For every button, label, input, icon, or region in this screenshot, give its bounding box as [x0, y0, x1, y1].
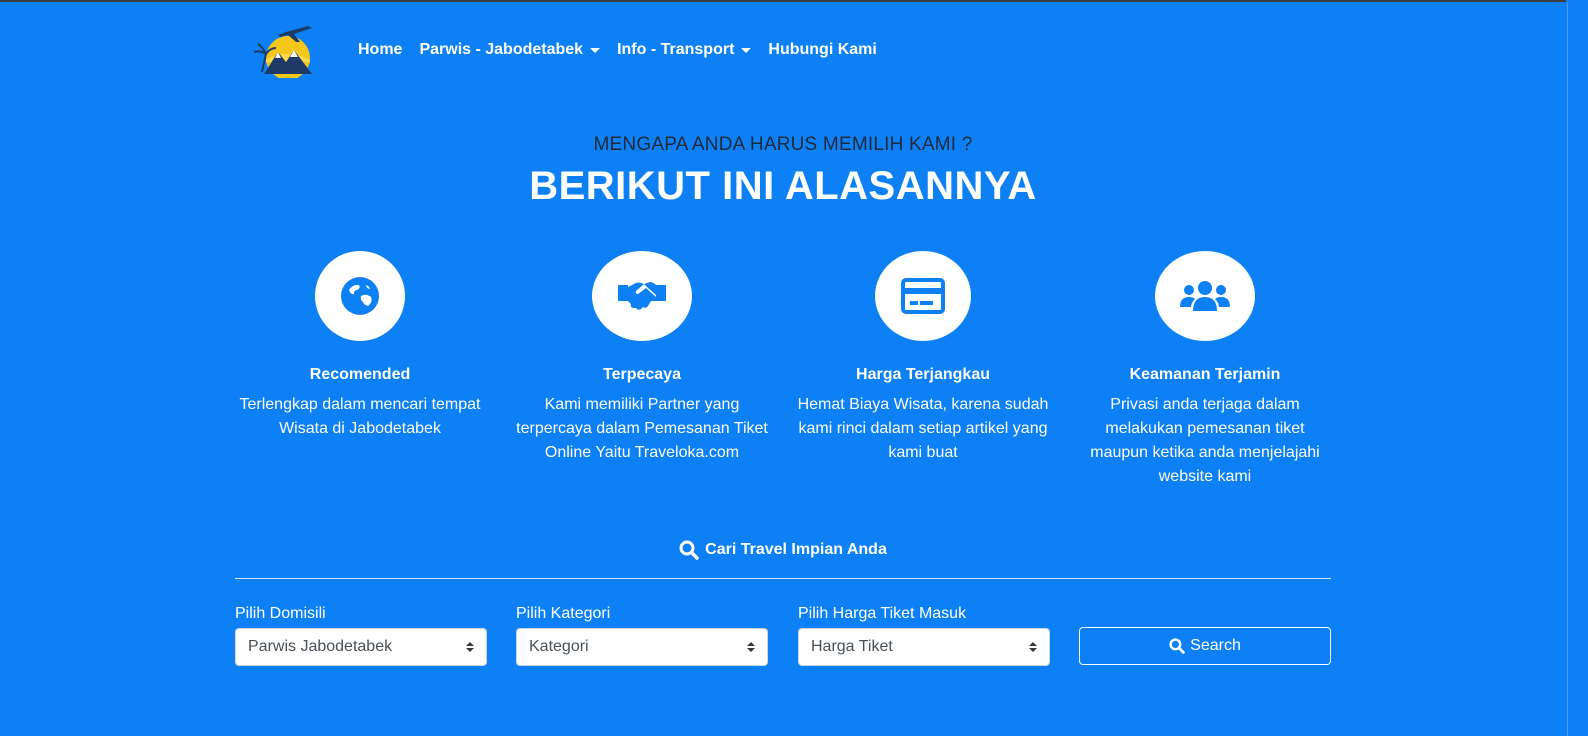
kategori-select[interactable]: Kategori — [516, 628, 768, 666]
select-arrows-icon — [466, 642, 474, 652]
nav-home[interactable]: Home — [358, 41, 402, 59]
harga-tiket-selected-value: Harga Tiket — [811, 638, 893, 655]
feature-description: Kami memiliki Partner yang terpercaya da… — [516, 396, 768, 461]
feature-title: Keamanan Terjamin — [1129, 366, 1281, 383]
feature-harga-terjangkau: Harga Terjangkau Hemat Biaya Wisata, kar… — [793, 251, 1053, 465]
nav-hubungi-label: Hubungi Kami — [768, 41, 877, 58]
search-button[interactable]: Search — [1079, 627, 1331, 665]
nav-home-label: Home — [358, 41, 403, 58]
caret-down-icon — [741, 47, 752, 53]
feature-description: Terlengkap dalam mencari tempat Wisata d… — [239, 396, 481, 437]
site-logo[interactable] — [250, 22, 320, 80]
divider — [235, 578, 1331, 579]
section-subtitle: MENGAPA ANDA HARUS MEMILIH KAMI ? — [593, 134, 973, 155]
harga-tiket-field: Pilih Harga Tiket Masuk Harga Tiket — [798, 605, 1050, 666]
navbar: Home Parwis - Jabodetabek Info - Transpo… — [250, 20, 894, 80]
top-border — [0, 0, 1588, 2]
caret-down-icon — [590, 47, 601, 53]
nav-parwis-label: Parwis - Jabodetabek — [419, 41, 584, 58]
search-section-label: Cari Travel Impian Anda — [705, 541, 887, 558]
nav-info-transport-label: Info - Transport — [617, 41, 735, 58]
kategori-field: Pilih Kategori Kategori — [516, 605, 768, 666]
select-arrows-icon — [747, 642, 755, 652]
nav-hubungi-kami[interactable]: Hubungi Kami — [768, 41, 876, 59]
kategori-selected-value: Kategori — [529, 638, 589, 655]
feature-title: Terpecaya — [603, 366, 681, 383]
credit-card-icon — [875, 251, 971, 341]
feature-recomended: Recomended Terlengkap dalam mencari temp… — [230, 251, 490, 441]
scrollbar-thumb[interactable] — [1567, 2, 1579, 736]
nav-parwis-dropdown[interactable]: Parwis - Jabodetabek — [419, 41, 601, 59]
kategori-label: Pilih Kategori — [516, 605, 611, 622]
feature-terpecaya: Terpecaya Kami memiliki Partner yang ter… — [512, 251, 772, 465]
feature-title: Recomended — [309, 366, 411, 383]
handshake-icon — [592, 251, 692, 341]
domisili-label: Pilih Domisili — [235, 605, 326, 622]
feature-keamanan-terjamin: Keamanan Terjamin Privasi anda terjaga d… — [1075, 251, 1335, 489]
domisili-selected-value: Parwis Jabodetabek — [248, 638, 393, 655]
nav-info-transport-dropdown[interactable]: Info - Transport — [617, 41, 752, 59]
search-icon — [1169, 638, 1185, 654]
select-arrows-icon — [1029, 642, 1037, 652]
search-button-label: Search — [1190, 637, 1241, 654]
domisili-select[interactable]: Parwis Jabodetabek — [235, 628, 487, 666]
users-icon — [1155, 251, 1255, 341]
feature-description: Privasi anda terjaga dalam melakukan pem… — [1090, 396, 1320, 485]
scrollbar[interactable] — [1566, 0, 1588, 736]
harga-tiket-label: Pilih Harga Tiket Masuk — [798, 605, 967, 622]
page: Home Parwis - Jabodetabek Info - Transpo… — [0, 0, 1588, 736]
feature-title: Harga Terjangkau — [856, 366, 990, 383]
feature-description: Hemat Biaya Wisata, karena sudah kami ri… — [797, 396, 1049, 461]
domisili-field: Pilih Domisili Parwis Jabodetabek — [235, 605, 487, 666]
search-section-title: Cari Travel Impian Anda — [0, 540, 1566, 560]
section-title: BERIKUT INI ALASANNYA — [529, 164, 1037, 208]
globe-icon — [315, 251, 405, 341]
search-icon — [679, 540, 699, 560]
harga-tiket-select[interactable]: Harga Tiket — [798, 628, 1050, 666]
